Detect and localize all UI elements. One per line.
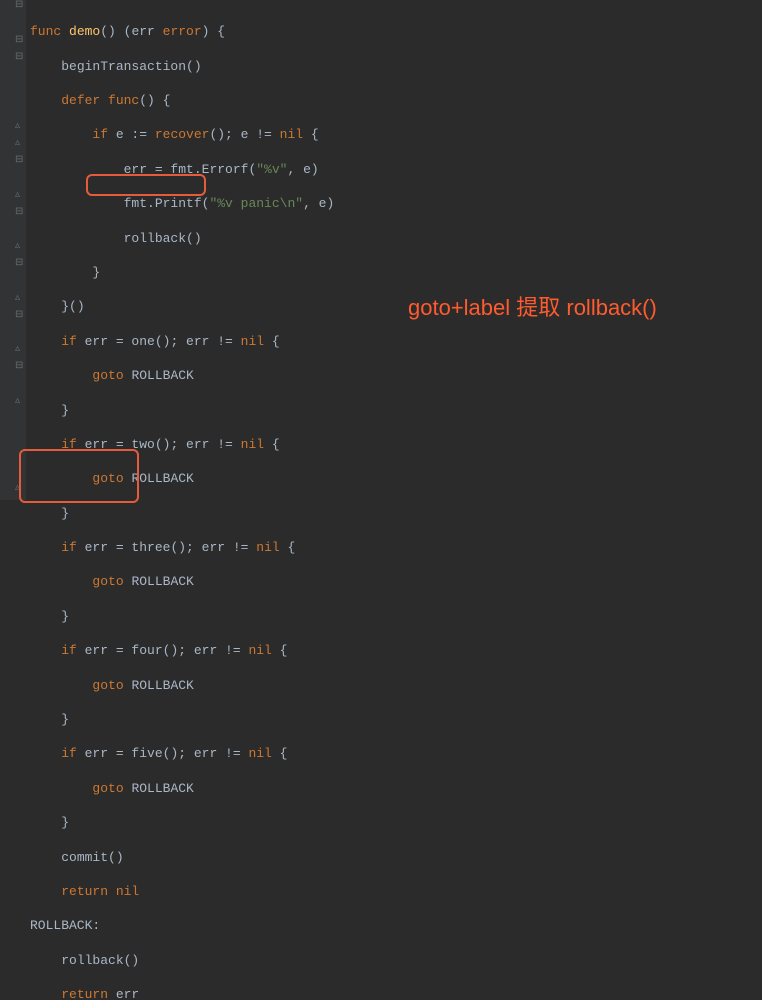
code-line: rollback(): [30, 952, 334, 969]
fold-close-icon[interactable]: ▵: [15, 122, 24, 131]
fold-toggle-icon[interactable]: ⊟: [15, 36, 24, 45]
code-line: beginTransaction(): [30, 58, 334, 75]
code-line: }: [30, 608, 334, 625]
code-line: }: [30, 711, 334, 728]
code-line: if err = one(); err != nil {: [30, 333, 334, 350]
fold-toggle-icon[interactable]: ⊟: [15, 311, 24, 320]
code-line: }: [30, 402, 334, 419]
code-line: }: [30, 814, 334, 831]
fold-toggle-icon[interactable]: ⊟: [15, 208, 24, 217]
code-line: if err = four(); err != nil {: [30, 642, 334, 659]
code-line: goto ROLLBACK: [30, 677, 334, 694]
fold-close-icon[interactable]: ▵: [15, 294, 24, 303]
code-line: }: [30, 264, 334, 281]
code-line: }(): [30, 298, 334, 315]
code-line: goto ROLLBACK: [30, 780, 334, 797]
code-line: ROLLBACK:: [30, 917, 334, 934]
code-editor[interactable]: func demo() (err error) { beginTransacti…: [30, 6, 334, 1000]
code-line: return nil: [30, 883, 334, 900]
code-line: err = fmt.Errorf("%v", e): [30, 161, 334, 178]
fold-close-icon[interactable]: ▵: [15, 242, 24, 251]
fold-close-icon[interactable]: ▵: [15, 345, 24, 354]
fold-toggle-icon[interactable]: ⊟: [15, 1, 24, 10]
code-line: rollback(): [30, 230, 334, 247]
code-line: return err: [30, 986, 334, 1000]
code-line: goto ROLLBACK: [30, 367, 334, 384]
code-line: }: [30, 505, 334, 522]
fold-close-icon[interactable]: ▵: [15, 397, 24, 406]
code-line: if err = three(); err != nil {: [30, 539, 334, 556]
code-line: defer func() {: [30, 92, 334, 109]
fold-close-icon[interactable]: ▵: [15, 191, 24, 200]
code-line: if err = five(); err != nil {: [30, 745, 334, 762]
fold-toggle-icon[interactable]: ⊟: [15, 53, 24, 62]
annotation-text: goto+label 提取 rollback(): [408, 290, 657, 322]
fold-toggle-icon[interactable]: ⊟: [15, 362, 24, 371]
editor-gutter: ⊟ ⊟ ⊟ ▵ ▵ ⊟ ▵ ⊟ ▵ ⊟ ▵ ⊟ ▵ ⊟ ▵ ▵: [0, 0, 26, 500]
fold-close-icon[interactable]: ▵: [15, 484, 24, 493]
code-line: fmt.Printf("%v panic\n", e): [30, 195, 334, 212]
code-line: goto ROLLBACK: [30, 470, 334, 487]
code-line: goto ROLLBACK: [30, 573, 334, 590]
code-line: func demo() (err error) {: [30, 23, 334, 40]
code-line: if e := recover(); e != nil {: [30, 126, 334, 143]
fold-toggle-icon[interactable]: ⊟: [15, 156, 24, 165]
fold-toggle-icon[interactable]: ⊟: [15, 259, 24, 268]
code-line: commit(): [30, 849, 334, 866]
code-line: if err = two(); err != nil {: [30, 436, 334, 453]
fold-close-icon[interactable]: ▵: [15, 139, 24, 148]
